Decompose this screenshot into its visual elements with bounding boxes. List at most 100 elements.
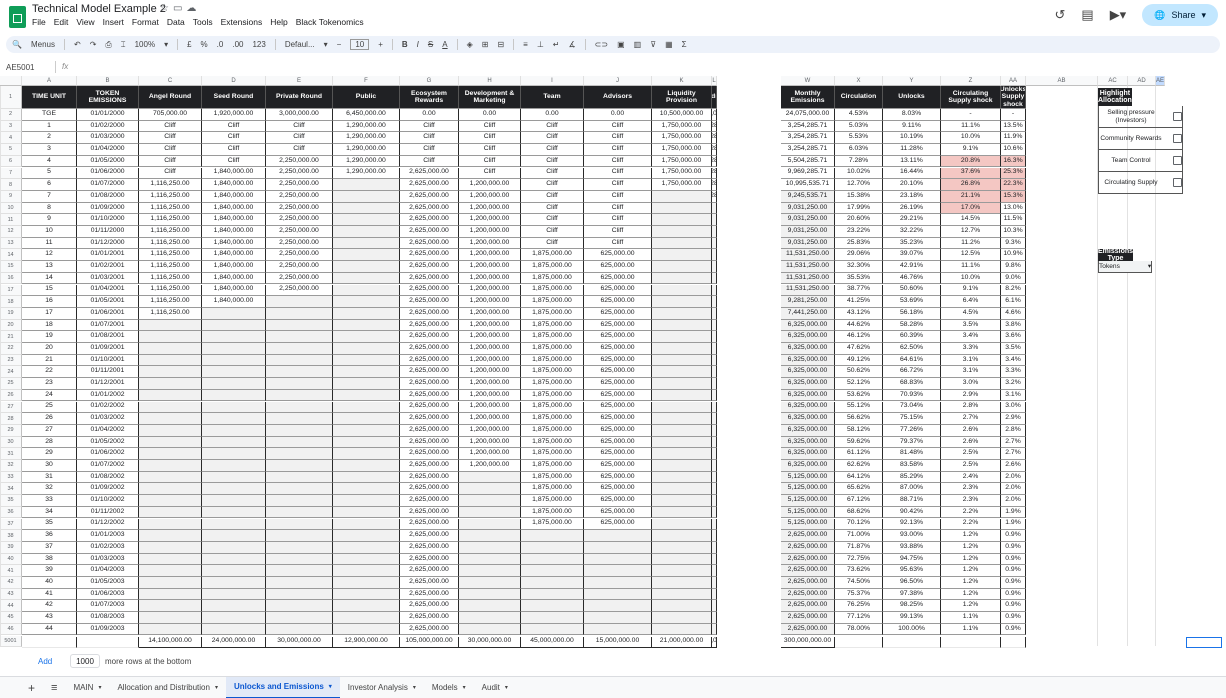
share-button[interactable]: 🌐 Share ▾ xyxy=(1142,4,1218,26)
menu-tools[interactable]: Tools xyxy=(193,17,213,27)
tab-unlocks-and-emissions[interactable]: Unlocks and Emissions ▾ xyxy=(225,676,340,698)
column-header[interactable]: C xyxy=(139,76,202,86)
row-header[interactable]: 45 xyxy=(0,612,22,624)
font-select[interactable]: Defaul... xyxy=(285,40,315,49)
menu-black-tokenomics[interactable]: Black Tokenomics xyxy=(296,17,364,27)
font-size-increase-icon[interactable]: + xyxy=(378,40,383,49)
column-header[interactable]: L xyxy=(712,76,717,86)
vertical-align-icon[interactable]: ⊥ xyxy=(537,40,544,49)
row-header[interactable]: 21 xyxy=(0,331,22,343)
column-header[interactable]: W xyxy=(781,76,835,86)
checkbox[interactable] xyxy=(1173,156,1182,165)
column-header[interactable]: K xyxy=(652,76,712,86)
menu-file[interactable]: File xyxy=(32,17,46,27)
document-title[interactable]: Technical Model Example 2 xyxy=(32,3,166,15)
filter-icon[interactable]: ⊽ xyxy=(650,40,656,49)
row-header[interactable]: 14 xyxy=(0,249,22,262)
tab-allocation-and-distribution[interactable]: Allocation and Distribution ▾ xyxy=(109,677,226,698)
row-header[interactable]: 46 xyxy=(0,623,22,636)
column-header[interactable]: X xyxy=(835,76,883,86)
row-header[interactable]: 43 xyxy=(0,588,22,601)
tab-audit[interactable]: Audit ▾ xyxy=(474,677,516,698)
functions-icon[interactable]: Σ xyxy=(682,40,687,49)
column-header[interactable]: AB xyxy=(1026,76,1098,86)
row-header[interactable]: 15 xyxy=(0,261,22,273)
row-header[interactable]: 30 xyxy=(0,436,22,449)
fill-color-icon[interactable]: ◈ xyxy=(467,40,473,49)
column-header[interactable]: AE xyxy=(1156,76,1166,86)
checkbox[interactable] xyxy=(1173,112,1182,121)
tab-models[interactable]: Models ▾ xyxy=(424,677,474,698)
row-header[interactable]: 12 xyxy=(0,226,22,238)
highlight-option-2[interactable]: Community Rewards xyxy=(1098,128,1183,150)
column-header[interactable]: I xyxy=(521,76,584,86)
print-icon[interactable]: ⎙ xyxy=(105,40,111,50)
menu-format[interactable]: Format xyxy=(132,17,159,27)
row-header[interactable]: 34 xyxy=(0,483,22,496)
align-left-icon[interactable]: ≡ xyxy=(523,40,528,49)
row-header[interactable]: 7 xyxy=(0,167,22,180)
row-header[interactable]: 13 xyxy=(0,237,22,250)
row-header[interactable]: 9 xyxy=(0,190,22,203)
decrease-decimal-button[interactable]: .0 xyxy=(217,40,224,49)
row-header[interactable]: 32 xyxy=(0,460,22,472)
meet-icon[interactable]: ▶▾ xyxy=(1110,7,1127,23)
menu-data[interactable]: Data xyxy=(167,17,185,27)
sheets-logo-icon[interactable] xyxy=(9,6,26,28)
highlight-option-3[interactable]: Team Control xyxy=(1098,150,1183,172)
row-header[interactable]: 8 xyxy=(0,179,22,191)
row-header[interactable]: 16 xyxy=(0,272,22,285)
font-size-decrease-icon[interactable]: − xyxy=(337,40,342,49)
row-header[interactable]: 10 xyxy=(0,202,22,215)
tab-main[interactable]: MAIN ▾ xyxy=(65,677,109,698)
menu-help[interactable]: Help xyxy=(270,17,287,27)
row-header[interactable]: 28 xyxy=(0,413,22,425)
italic-icon[interactable]: I xyxy=(417,40,419,49)
checkbox[interactable] xyxy=(1173,178,1182,187)
text-rotate-icon[interactable]: ∡ xyxy=(569,40,576,49)
folder-icon[interactable]: ▭ xyxy=(173,3,186,14)
history-icon[interactable]: ↺ xyxy=(1054,7,1065,23)
row-header[interactable]: 37 xyxy=(0,518,22,531)
row-header[interactable]: 41 xyxy=(0,565,22,577)
column-header[interactable]: AC xyxy=(1098,76,1128,86)
row-header[interactable]: 6 xyxy=(0,155,22,168)
row-header[interactable]: 29 xyxy=(0,424,22,437)
menu-extensions[interactable]: Extensions xyxy=(221,17,263,27)
column-header[interactable]: B xyxy=(77,76,139,86)
row-header[interactable]: 36 xyxy=(0,506,22,519)
name-box[interactable]: AE5001 xyxy=(6,63,34,72)
column-header[interactable]: G xyxy=(400,76,459,86)
strikethrough-icon[interactable]: S xyxy=(428,40,433,49)
row-header[interactable]: 20 xyxy=(0,319,22,332)
row-header[interactable]: 2 xyxy=(0,109,22,121)
redo-icon[interactable]: ↷ xyxy=(90,40,97,49)
row-header[interactable]: 25 xyxy=(0,378,22,390)
font-size-input[interactable]: 10 xyxy=(350,39,370,50)
row-header[interactable]: 17 xyxy=(0,284,22,297)
star-icon[interactable]: ☆ xyxy=(160,3,173,14)
undo-icon[interactable]: ↶ xyxy=(74,40,81,49)
increase-decimal-button[interactable]: .00 xyxy=(232,40,243,49)
row-header[interactable]: 38 xyxy=(0,530,22,542)
cloud-icon[interactable]: ☁ xyxy=(186,3,200,14)
row-header[interactable]: 39 xyxy=(0,541,22,554)
row-header[interactable]: 24 xyxy=(0,366,22,379)
column-header[interactable]: Y xyxy=(883,76,941,86)
link-icon[interactable]: ⊂⊃ xyxy=(595,40,608,49)
row-header[interactable]: 19 xyxy=(0,307,22,320)
all-sheets-icon[interactable]: ≡ xyxy=(43,677,65,698)
select-all-corner[interactable] xyxy=(0,76,22,86)
add-rows-button[interactable]: Add xyxy=(38,657,52,666)
column-header[interactable]: J xyxy=(584,76,652,86)
row-header[interactable]: 35 xyxy=(0,495,22,507)
search-icon[interactable]: 🔍 xyxy=(12,40,22,49)
row-header[interactable]: 31 xyxy=(0,448,22,460)
filter-views-icon[interactable]: ▦ xyxy=(665,40,673,49)
checkbox[interactable] xyxy=(1173,134,1182,143)
menu-view[interactable]: View xyxy=(76,17,94,27)
row-header[interactable]: 4 xyxy=(0,132,22,145)
row-header[interactable]: 44 xyxy=(0,600,22,613)
row-header[interactable]: 3 xyxy=(0,120,22,133)
column-header[interactable]: AA xyxy=(1001,76,1026,86)
